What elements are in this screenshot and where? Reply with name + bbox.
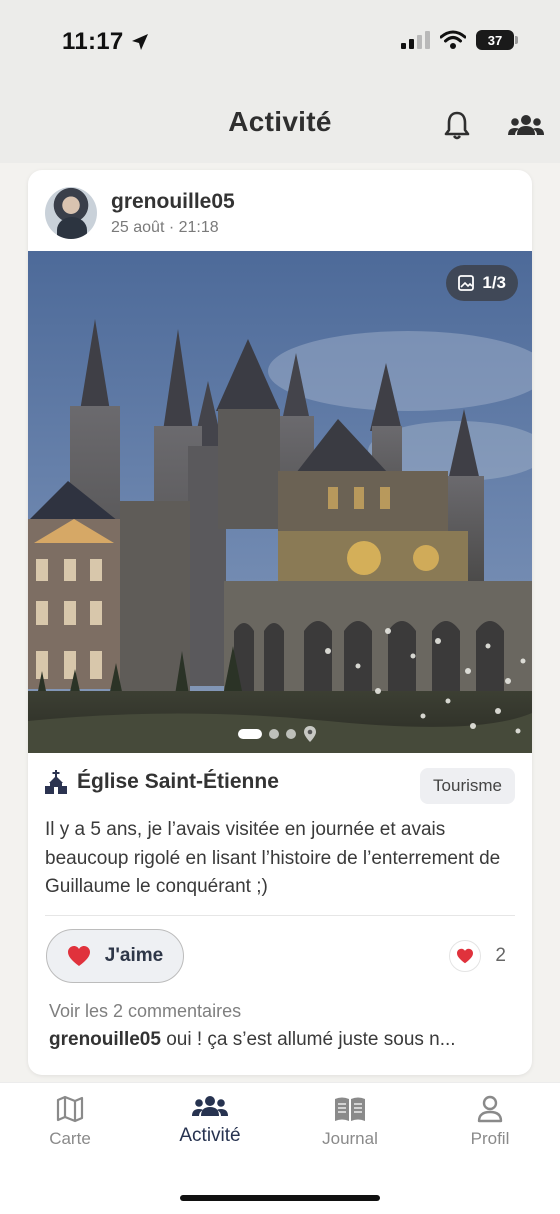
heart-icon: [67, 946, 90, 966]
tab-label: Carte: [49, 1129, 91, 1148]
tab-journal[interactable]: Journal: [290, 1095, 410, 1149]
like-label: J'aime: [104, 945, 164, 966]
map-pin-icon[interactable]: [303, 725, 317, 743]
image-counter-text: 1/3: [482, 273, 506, 292]
church-photo: [28, 251, 532, 753]
page-title: Activité: [228, 106, 332, 137]
home-indicator[interactable]: [180, 1195, 380, 1201]
carousel-dot[interactable]: [286, 729, 296, 739]
wifi-icon: [440, 30, 466, 49]
tab-activite[interactable]: Activité: [150, 1093, 270, 1147]
carousel-dot[interactable]: [238, 729, 262, 739]
tab-label: Activité: [179, 1125, 241, 1146]
comment-preview[interactable]: grenouille05 oui ! ça s’est allumé juste…: [49, 1029, 511, 1051]
image-counter: 1/3: [446, 265, 518, 301]
view-comments-link[interactable]: Voir les 2 commentaires: [49, 1001, 241, 1022]
comment-text: oui ! ça s’est allumé juste sous n...: [166, 1029, 456, 1050]
book-icon: [335, 1097, 365, 1121]
like-summary[interactable]: 2: [449, 940, 506, 972]
tab-profil[interactable]: Profil: [430, 1095, 550, 1149]
top-bar: 11:17 37 Activité: [0, 0, 560, 163]
tab-label: Journal: [322, 1129, 378, 1148]
like-button[interactable]: J'aime: [46, 929, 184, 983]
gallery-icon: [458, 275, 475, 291]
post-card[interactable]: grenouille05 25 août · 21:18 1/3 Église …: [28, 170, 532, 1075]
bell-icon[interactable]: [440, 108, 474, 142]
status-indicators: 37: [401, 30, 518, 50]
friends-icon[interactable]: [508, 108, 544, 142]
tab-carte[interactable]: Carte: [10, 1095, 130, 1149]
signal-icon: [401, 31, 430, 49]
tab-label: Profil: [470, 1129, 510, 1148]
clock: 11:17: [62, 28, 124, 55]
battery-icon: 37: [476, 30, 518, 50]
post-datetime: 25 août · 21:18: [111, 219, 219, 236]
like-count: 2: [495, 945, 506, 966]
status-time: 11:17: [62, 28, 150, 56]
category-tag: Tourisme: [420, 768, 515, 804]
comment-author[interactable]: grenouille05: [49, 1029, 161, 1050]
post-text: Il y a 5 ans, je l’avais visitée en jour…: [45, 819, 501, 897]
divider: [45, 915, 515, 916]
post-username[interactable]: grenouille05: [111, 190, 235, 214]
church-icon: [45, 770, 67, 794]
avatar[interactable]: [45, 187, 97, 239]
location-arrow-icon: [131, 34, 148, 50]
place-name[interactable]: Église Saint-Étienne: [77, 770, 279, 794]
user-icon: [477, 1095, 503, 1123]
post-photo[interactable]: 1/3: [28, 251, 532, 753]
people-icon: [192, 1096, 228, 1116]
battery-level: 37: [487, 32, 503, 48]
map-icon: [56, 1095, 84, 1123]
heart-icon: [449, 940, 482, 972]
place-row[interactable]: Église Saint-Étienne: [45, 770, 279, 794]
carousel-dot[interactable]: [269, 729, 279, 739]
carousel-dots[interactable]: [238, 725, 317, 743]
